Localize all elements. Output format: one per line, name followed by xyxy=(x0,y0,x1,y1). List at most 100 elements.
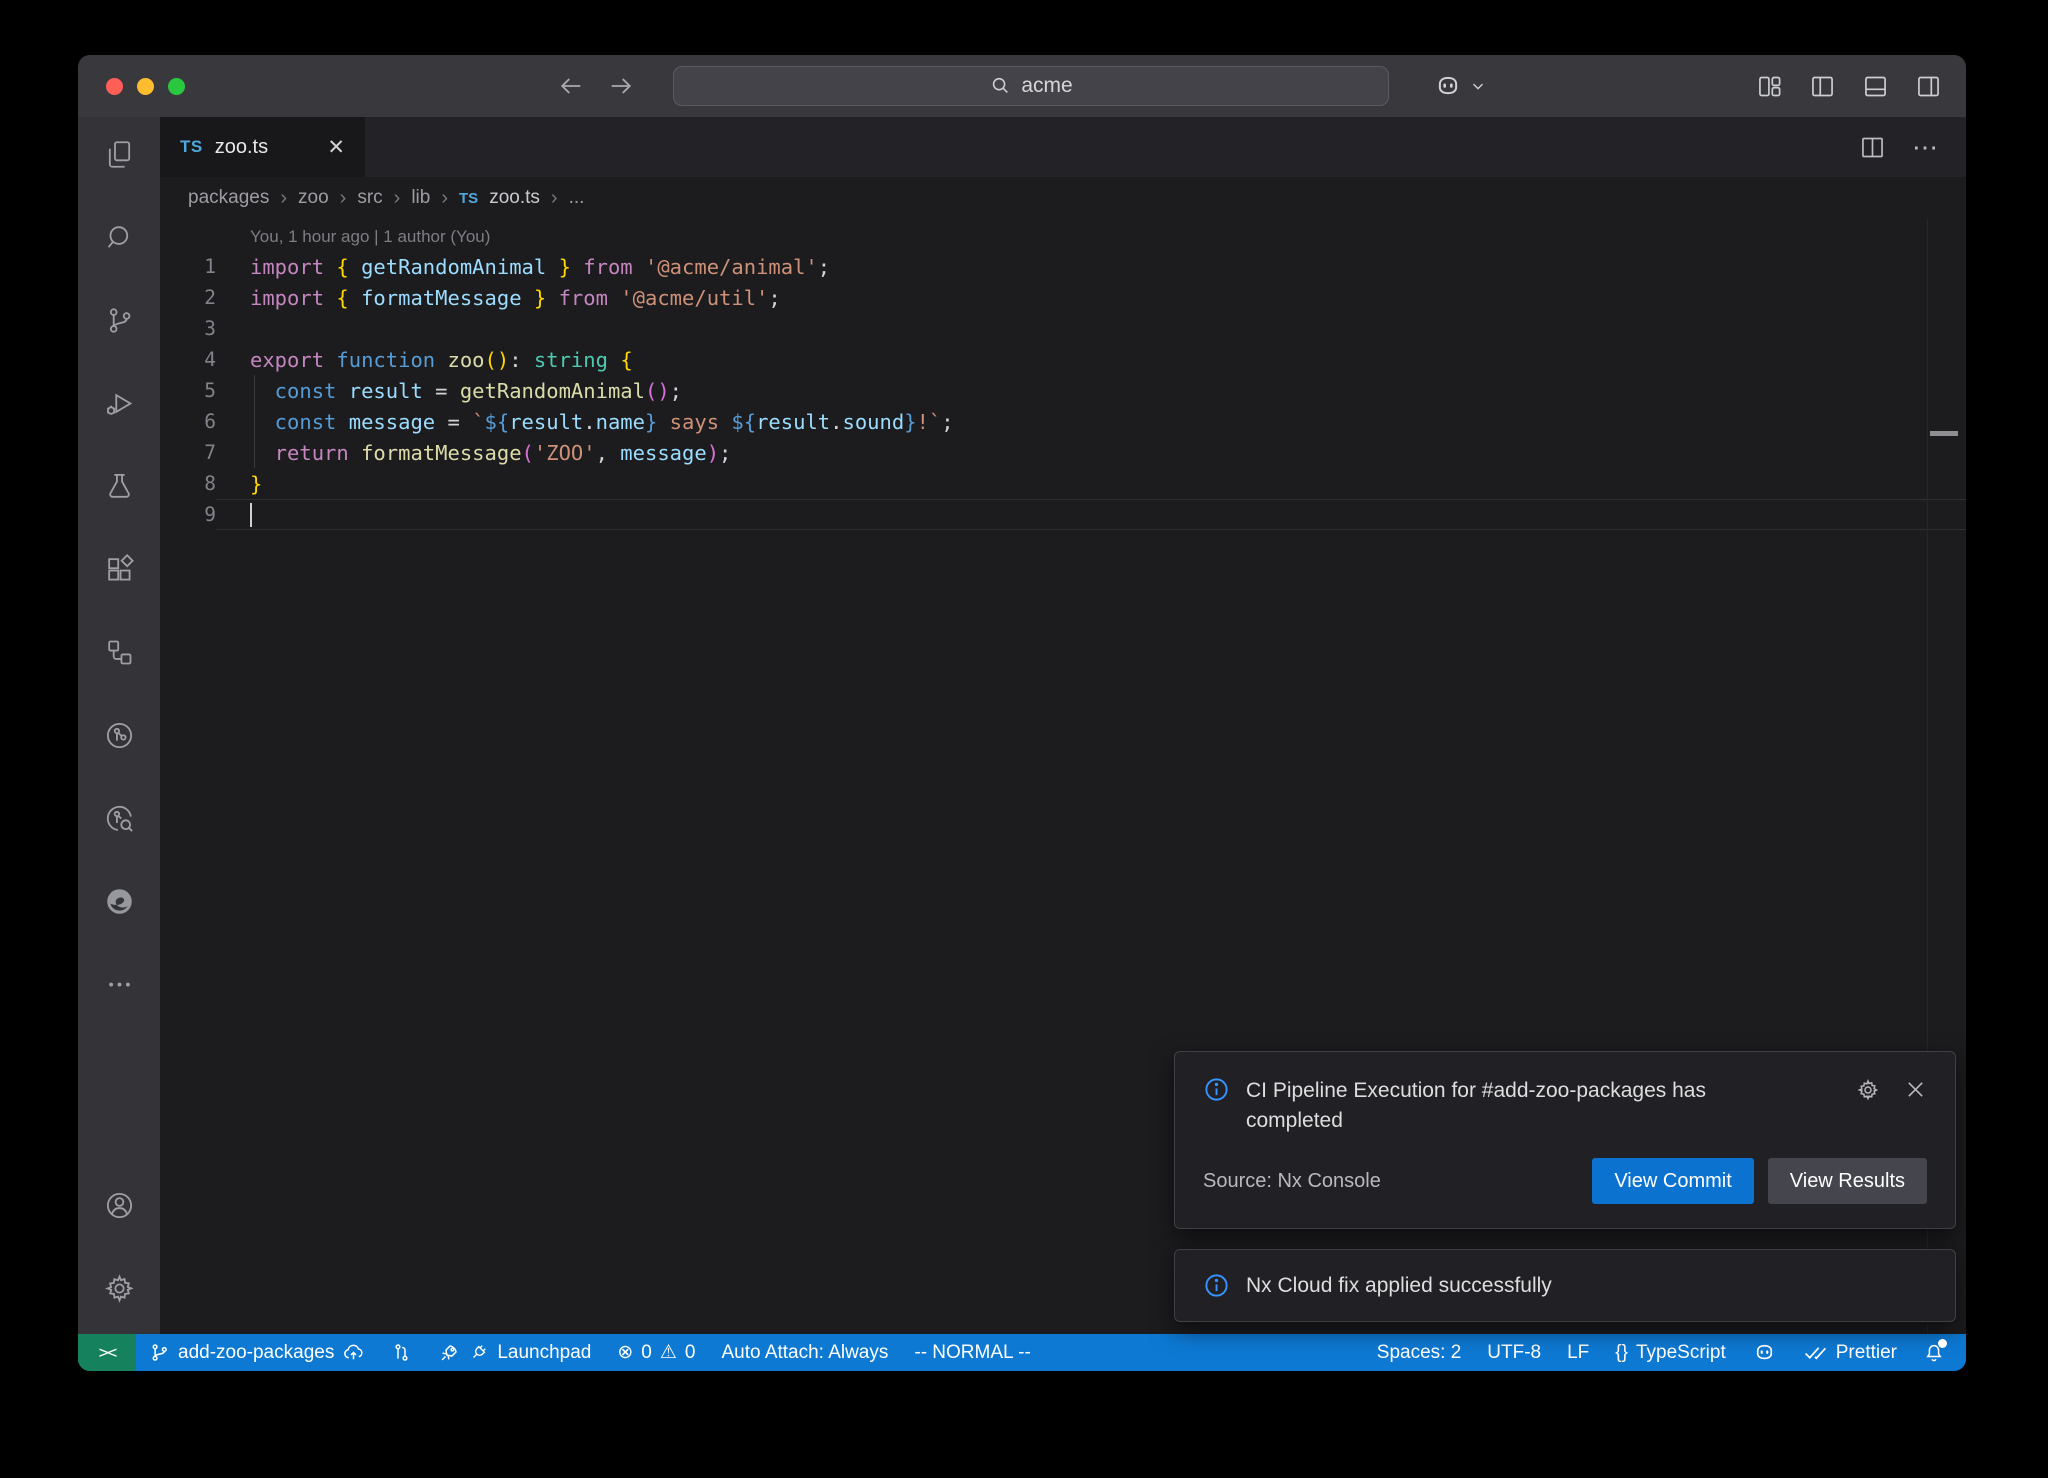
source-control-icon[interactable] xyxy=(104,305,135,336)
breadcrumb-overflow[interactable]: ... xyxy=(569,187,585,209)
git-branch-icon xyxy=(149,1342,170,1363)
code-lines: 1import { getRandomAnimal } from '@acme/… xyxy=(160,251,1966,530)
notification-dot xyxy=(1938,1339,1947,1348)
formatter-status-item[interactable]: Prettier xyxy=(1790,1340,1910,1365)
breadcrumb-item[interactable]: src xyxy=(357,187,382,209)
line-number: 5 xyxy=(160,379,216,402)
language-status-item[interactable]: {} TypeScript xyxy=(1602,1342,1738,1364)
git-graph-status-item[interactable] xyxy=(378,1334,425,1371)
indent-guide xyxy=(254,375,255,468)
code-line-3[interactable]: 3 xyxy=(160,313,1966,344)
code-line-9[interactable]: 9 xyxy=(160,499,1966,530)
overview-ruler-marker xyxy=(1930,431,1958,436)
notification-toast-ci-pipeline: CI Pipeline Execution for #add-zoo-packa… xyxy=(1174,1051,1956,1229)
toggle-panel-icon[interactable] xyxy=(1862,73,1889,100)
vim-mode-status-item[interactable]: -- NORMAL -- xyxy=(901,1334,1043,1371)
search-value: acme xyxy=(1021,74,1072,98)
notification-center: CI Pipeline Execution for #add-zoo-packa… xyxy=(1174,1051,1956,1322)
code-line-2[interactable]: 2import { formatMessage } from '@acme/ut… xyxy=(160,282,1966,313)
breadcrumb-item[interactable]: packages xyxy=(188,187,269,209)
additional-views-icon[interactable] xyxy=(104,969,135,1000)
gitlens-icon[interactable] xyxy=(104,720,135,751)
line-number: 9 xyxy=(160,503,216,526)
copilot-status-item[interactable] xyxy=(1739,1340,1790,1365)
editor-more-actions-icon[interactable]: ⋯ xyxy=(1912,132,1940,163)
warning-icon: ⚠ xyxy=(660,1341,677,1364)
tab-zoo-ts[interactable]: TS zoo.ts ✕ xyxy=(160,117,365,177)
line-number: 3 xyxy=(160,317,216,340)
tab-bar: TS zoo.ts ✕ ⋯ xyxy=(160,117,1966,177)
code-line-4[interactable]: 4export function zoo(): string { xyxy=(160,344,1966,375)
eol-status-item[interactable]: LF xyxy=(1554,1342,1602,1364)
notification-close-icon[interactable] xyxy=(1904,1078,1927,1102)
branch-status-item[interactable]: add-zoo-packages xyxy=(136,1334,378,1371)
double-check-icon xyxy=(1803,1340,1828,1365)
activity-bar xyxy=(78,117,160,1334)
run-debug-icon[interactable] xyxy=(104,388,135,419)
bell-icon xyxy=(1923,1342,1945,1364)
chevron-right-icon: › xyxy=(441,187,448,210)
view-commit-button[interactable]: View Commit xyxy=(1592,1158,1753,1204)
indentation-status-item[interactable]: Spaces: 2 xyxy=(1364,1342,1475,1364)
encoding-status-item[interactable]: UTF-8 xyxy=(1474,1342,1554,1364)
cloud-upload-icon xyxy=(342,1341,365,1364)
back-arrow-icon[interactable] xyxy=(557,72,585,100)
traffic-lights xyxy=(106,55,185,117)
line-number: 1 xyxy=(160,255,216,278)
chevron-right-icon: › xyxy=(280,187,287,210)
copilot-menu[interactable] xyxy=(1433,71,1487,101)
breadcrumb-file[interactable]: zoo.ts xyxy=(489,187,540,209)
rocket-icon xyxy=(438,1342,460,1364)
settings-gear-icon[interactable] xyxy=(104,1273,135,1304)
launchpad-label: Launchpad xyxy=(497,1342,591,1364)
line-number: 7 xyxy=(160,441,216,464)
gitlens-inspect-icon[interactable] xyxy=(104,803,135,834)
edge-browser-icon[interactable] xyxy=(104,886,135,917)
toggle-secondary-sidebar-icon[interactable] xyxy=(1915,73,1942,100)
minimize-window-button[interactable] xyxy=(137,78,154,95)
editor-group: TS zoo.ts ✕ ⋯ packages › zoo › src › xyxy=(160,117,1966,1334)
line-number: 8 xyxy=(160,472,216,495)
launchpad-status-item[interactable]: Launchpad xyxy=(425,1334,604,1371)
testing-icon[interactable] xyxy=(104,471,135,502)
braces-icon: {} xyxy=(1615,1342,1628,1364)
tab-close-icon[interactable]: ✕ xyxy=(327,137,345,158)
text-cursor xyxy=(250,503,252,527)
auto-attach-status-item[interactable]: Auto Attach: Always xyxy=(709,1334,902,1371)
search-sidebar-icon[interactable] xyxy=(104,222,135,253)
info-icon xyxy=(1203,1272,1230,1299)
customize-layout-icon[interactable] xyxy=(1756,73,1783,100)
view-results-button[interactable]: View Results xyxy=(1768,1158,1927,1204)
branch-name: add-zoo-packages xyxy=(178,1342,334,1364)
code-line-6[interactable]: 6 const message = `${result.name} says $… xyxy=(160,406,1966,437)
forward-arrow-icon[interactable] xyxy=(607,72,635,100)
code-line-8[interactable]: 8} xyxy=(160,468,1966,499)
code-line-5[interactable]: 5 const result = getRandomAnimal(); xyxy=(160,375,1966,406)
line-number: 2 xyxy=(160,286,216,309)
split-editor-icon[interactable] xyxy=(1859,134,1886,161)
nx-console-icon[interactable] xyxy=(104,637,135,668)
problems-status-item[interactable]: ⊗ 0 ⚠ 0 xyxy=(604,1334,708,1371)
toggle-primary-sidebar-icon[interactable] xyxy=(1809,73,1836,100)
title-bar: acme xyxy=(78,55,1966,117)
chevron-down-icon xyxy=(1469,77,1487,95)
explorer-icon[interactable] xyxy=(104,139,135,170)
code-line-7[interactable]: 7 return formatMessage('ZOO', message); xyxy=(160,437,1966,468)
tab-label: zoo.ts xyxy=(215,136,268,159)
zoom-window-button[interactable] xyxy=(168,78,185,95)
close-window-button[interactable] xyxy=(106,78,123,95)
notification-toast-nx-cloud: Nx Cloud fix applied successfully xyxy=(1174,1249,1956,1322)
breadcrumb-item[interactable]: lib xyxy=(411,187,430,209)
breadcrumb-item[interactable]: zoo xyxy=(298,187,329,209)
code-line-1[interactable]: 1import { getRandomAnimal } from '@acme/… xyxy=(160,251,1966,282)
breadcrumb: packages › zoo › src › lib › TS zoo.ts ›… xyxy=(160,177,1966,219)
vscode-window: acme xyxy=(78,55,1966,1371)
chevron-right-icon: › xyxy=(394,187,401,210)
notification-message: Nx Cloud fix applied successfully xyxy=(1246,1274,1552,1298)
remote-indicator[interactable]: >< xyxy=(78,1334,136,1371)
account-icon[interactable] xyxy=(104,1190,135,1221)
extensions-icon[interactable] xyxy=(104,554,135,585)
command-center-search[interactable]: acme xyxy=(673,66,1389,106)
notification-settings-gear-icon[interactable] xyxy=(1856,1078,1880,1102)
notifications-bell-item[interactable] xyxy=(1910,1342,1958,1364)
